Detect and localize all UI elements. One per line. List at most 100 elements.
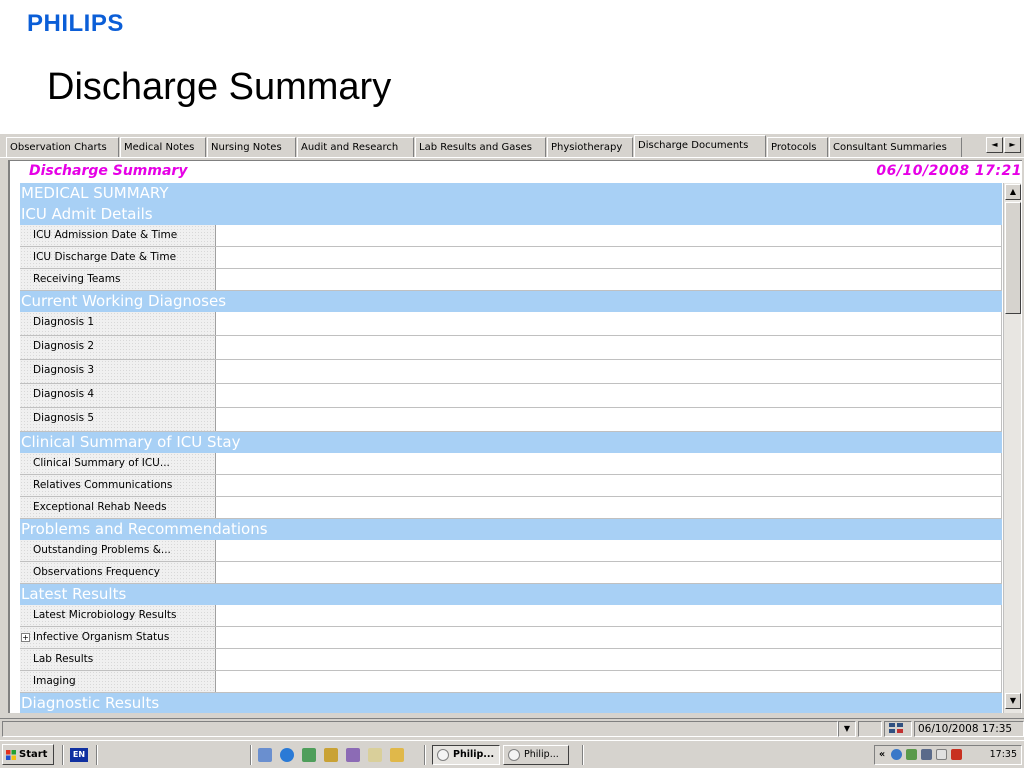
- tab-observation-charts[interactable]: Observation Charts: [6, 137, 119, 157]
- icu-discharge-date-input[interactable]: [216, 247, 1002, 268]
- field-label: ICU Admission Date & Time: [20, 225, 216, 246]
- diagnosis-3-input[interactable]: [216, 360, 1002, 383]
- diagnosis-5-input[interactable]: [216, 408, 1002, 431]
- tab-scroll-left-button[interactable]: ◄: [986, 137, 1003, 153]
- lab-results-input[interactable]: [216, 649, 1002, 670]
- status-bar: ▼ 06/10/2008 17:35: [0, 718, 1024, 738]
- scroll-down-button[interactable]: ▼: [1005, 693, 1021, 709]
- task-label: Philip...: [524, 749, 559, 760]
- relatives-communications-input[interactable]: [216, 475, 1002, 496]
- tray-expand-chevron[interactable]: «: [879, 746, 885, 764]
- notepad-icon[interactable]: [368, 748, 382, 762]
- taskbar-divider: [96, 745, 98, 765]
- outstanding-problems-input[interactable]: [216, 540, 1002, 561]
- spreadsheet-icon[interactable]: [302, 748, 316, 762]
- field-row: Exceptional Rehab Needs: [20, 497, 1002, 519]
- field-label: Diagnosis 1: [20, 312, 216, 335]
- section-clinical-summary[interactable]: Clinical Summary of ICU Stay: [20, 432, 1002, 453]
- show-desktop-icon[interactable]: [258, 748, 272, 762]
- section-problems-and-recommendations[interactable]: Problems and Recommendations: [20, 519, 1002, 540]
- taskbar-divider: [250, 745, 252, 765]
- philips-logo: PHILIPS: [27, 10, 124, 37]
- language-indicator[interactable]: EN: [70, 748, 88, 762]
- field-label: Imaging: [20, 671, 216, 692]
- start-button[interactable]: Start: [2, 744, 54, 765]
- field-label: Relatives Communications: [20, 475, 216, 496]
- device-tray-icon[interactable]: [936, 749, 947, 760]
- field-row: Diagnosis 3: [20, 360, 1002, 384]
- app-window: Observation Charts Medical Notes Nursing…: [0, 134, 1024, 768]
- people-icon[interactable]: [346, 748, 360, 762]
- tab-scroll-right-button[interactable]: ►: [1004, 137, 1021, 153]
- field-label: Observations Frequency: [20, 562, 216, 583]
- field-row: Receiving Teams: [20, 269, 1002, 291]
- tab-protocols[interactable]: Protocols: [767, 137, 828, 157]
- scroll-thumb[interactable]: [1005, 202, 1021, 314]
- tools-icon[interactable]: [324, 748, 338, 762]
- receiving-teams-input[interactable]: [216, 269, 1002, 290]
- internet-explorer-icon[interactable]: [280, 748, 294, 762]
- field-row: Diagnosis 1: [20, 312, 1002, 336]
- section-current-working-diagnoses[interactable]: Current Working Diagnoses: [20, 291, 1002, 312]
- task-label: Philip...: [453, 749, 495, 760]
- field-label: Exceptional Rehab Needs: [20, 497, 216, 518]
- status-dropdown-button[interactable]: ▼: [838, 721, 856, 737]
- tab-medical-notes[interactable]: Medical Notes: [120, 137, 206, 157]
- field-label: Lab Results: [20, 649, 216, 670]
- system-tray: « 17:35: [874, 745, 1022, 765]
- alert-tray-icon[interactable]: [951, 749, 962, 760]
- section-diagnostic-results[interactable]: Diagnostic Results: [20, 693, 1002, 713]
- tab-nursing-notes[interactable]: Nursing Notes: [207, 137, 296, 157]
- section-medical-summary: MEDICAL SUMMARY: [20, 183, 1002, 204]
- diagnosis-2-input[interactable]: [216, 336, 1002, 359]
- expand-plus-icon[interactable]: +: [21, 633, 30, 642]
- imaging-input[interactable]: [216, 671, 1002, 692]
- field-row: + Infective Organism Status: [20, 627, 1002, 649]
- security-tray-icon[interactable]: [906, 749, 917, 760]
- diagnosis-1-input[interactable]: [216, 312, 1002, 335]
- diagnosis-4-input[interactable]: [216, 384, 1002, 407]
- observations-frequency-input[interactable]: [216, 562, 1002, 583]
- network-tray-icon[interactable]: [891, 749, 902, 760]
- taskbar-divider: [582, 745, 584, 765]
- panel-datetime: 06/10/2008 17:21: [876, 163, 1022, 179]
- network-icon: [884, 721, 912, 737]
- slide-title: Discharge Summary: [47, 66, 392, 108]
- section-latest-results[interactable]: Latest Results: [20, 584, 1002, 605]
- tab-audit-and-research[interactable]: Audit and Research: [297, 137, 414, 157]
- latest-microbiology-input[interactable]: [216, 605, 1002, 626]
- task-button-philips-active[interactable]: Philip...: [432, 745, 500, 765]
- taskbar-divider: [424, 745, 426, 765]
- field-label: Diagnosis 3: [20, 360, 216, 383]
- tab-discharge-documents[interactable]: Discharge Documents: [634, 135, 766, 157]
- status-datetime: 06/10/2008 17:35: [914, 721, 1024, 737]
- tab-lab-results-and-gases[interactable]: Lab Results and Gases: [415, 137, 546, 157]
- field-label[interactable]: + Infective Organism Status: [20, 627, 216, 648]
- exceptional-rehab-needs-input[interactable]: [216, 497, 1002, 518]
- field-row: Outstanding Problems &...: [20, 540, 1002, 562]
- start-label: Start: [19, 749, 48, 760]
- scroll-up-button[interactable]: ▲: [1005, 184, 1021, 200]
- field-label: Diagnosis 4: [20, 384, 216, 407]
- display-tray-icon[interactable]: [921, 749, 932, 760]
- discharge-summary-panel: Discharge Summary 06/10/2008 17:21 MEDIC…: [8, 160, 1022, 713]
- icu-admission-date-input[interactable]: [216, 225, 1002, 246]
- status-message-field: [2, 721, 838, 737]
- field-label: Diagnosis 5: [20, 408, 216, 431]
- clinical-summary-input[interactable]: [216, 453, 1002, 474]
- vertical-scrollbar[interactable]: ▲ ▼: [1003, 183, 1021, 713]
- messenger-icon[interactable]: [390, 748, 404, 762]
- slide: PHILIPS Discharge Summary Observation Ch…: [0, 0, 1024, 768]
- section-icu-admit-details[interactable]: ICU Admit Details: [20, 204, 1002, 225]
- field-row: Observations Frequency: [20, 562, 1002, 584]
- tab-consultant-summaries[interactable]: Consultant Summaries: [829, 137, 962, 157]
- infective-organism-status-input[interactable]: [216, 627, 1002, 648]
- field-label: ICU Discharge Date & Time: [20, 247, 216, 268]
- task-button-philips[interactable]: Philip...: [503, 745, 569, 765]
- status-empty-field: [858, 721, 882, 737]
- taskbar-clock[interactable]: 17:35: [990, 746, 1017, 764]
- tab-physiotherapy[interactable]: Physiotherapy: [547, 137, 633, 157]
- taskbar: Start EN Philip... Philip... « 17:35: [0, 740, 1024, 768]
- philips-app-icon: [508, 749, 520, 761]
- taskbar-divider: [62, 745, 64, 765]
